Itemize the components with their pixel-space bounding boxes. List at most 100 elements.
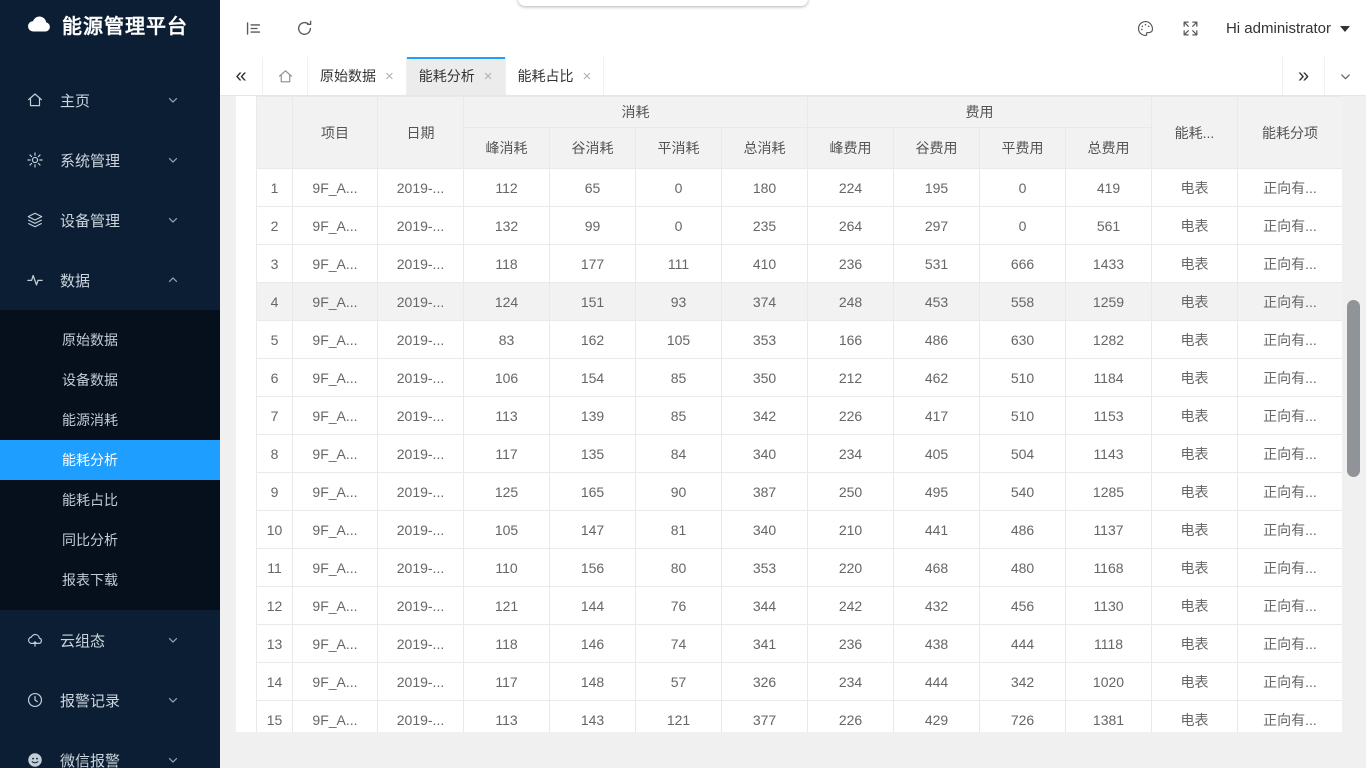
sidebar-subitem-consumption-ratio[interactable]: 能耗占比 (0, 480, 220, 520)
cell: 342 (980, 663, 1066, 701)
browser-overlay-notch (518, 0, 808, 6)
table-row[interactable]: 149F_A...2019-...11714857326234444342102… (257, 663, 1343, 701)
cell: 377 (722, 701, 808, 733)
sidebar: 能源管理平台 主页系统管理设备管理数据原始数据设备数据能源消耗能耗分析能耗占比同… (0, 0, 220, 768)
tab-bar-right-controls: » (1282, 57, 1366, 95)
close-icon[interactable]: × (385, 68, 394, 85)
cell: 486 (980, 511, 1066, 549)
table-row[interactable]: 39F_A...2019-...118177111410236531666143… (257, 245, 1343, 283)
tabs-scroll-right-button[interactable]: » (1282, 57, 1324, 95)
cell: 456 (980, 587, 1066, 625)
sidebar-subitem-consumption-analysis[interactable]: 能耗分析 (0, 440, 220, 480)
cell: 1184 (1066, 359, 1152, 397)
cell: 15 (257, 701, 293, 733)
sidebar-item-home[interactable]: 主页 (0, 70, 220, 130)
sidebar-subitem-device-data[interactable]: 设备数据 (0, 360, 220, 400)
cell: 电表 (1152, 245, 1238, 283)
close-icon[interactable]: × (484, 68, 493, 85)
energy-analysis-table: 项目日期消耗费用能耗...能耗分项峰消耗谷消耗平消耗总消耗峰费用谷费用平费用总费… (256, 96, 1342, 732)
vertical-scrollbar-thumb[interactable] (1347, 300, 1360, 477)
column-header: 谷消耗 (550, 128, 636, 169)
table-row[interactable]: 59F_A...2019-...831621053531664866301282… (257, 321, 1343, 359)
sidebar-item-wechat-alarm[interactable]: 微信报警 (0, 730, 220, 768)
sidebar-item-device-mgmt[interactable]: 设备管理 (0, 190, 220, 250)
user-menu[interactable]: Hi administrator (1226, 20, 1350, 37)
palette-icon[interactable] (1136, 19, 1155, 38)
cell: 正向有... (1238, 283, 1343, 321)
cell: 74 (636, 625, 722, 663)
cell: 正向有... (1238, 587, 1343, 625)
cell: 90 (636, 473, 722, 511)
close-icon[interactable]: × (583, 68, 592, 85)
column-header: 平消耗 (636, 128, 722, 169)
cloud-icon (26, 11, 53, 38)
cell: 630 (980, 321, 1066, 359)
cell: 1282 (1066, 321, 1152, 359)
cell: 531 (894, 245, 980, 283)
column-header: 峰费用 (808, 128, 894, 169)
top-header: Hi administrator (220, 0, 1366, 57)
cell: 248 (808, 283, 894, 321)
tab-consumption-analysis[interactable]: 能耗分析× (407, 57, 506, 95)
cell: 326 (722, 663, 808, 701)
gear-icon (26, 151, 44, 169)
menu-fold-icon[interactable] (244, 19, 263, 38)
table-row[interactable]: 29F_A...2019-...1329902352642970561电表正向有… (257, 207, 1343, 245)
cell: 177 (550, 245, 636, 283)
cell: 9F_A... (293, 473, 378, 511)
cell: 374 (722, 283, 808, 321)
table-row[interactable]: 89F_A...2019-...117135843402344055041143… (257, 435, 1343, 473)
sidebar-subitem-yoy-analysis[interactable]: 同比分析 (0, 520, 220, 560)
tabs-scroll-left-button[interactable]: « (220, 57, 262, 95)
table-row[interactable]: 19F_A...2019-...1126501802241950419电表正向有… (257, 169, 1343, 207)
table-row[interactable]: 79F_A...2019-...113139853422264175101153… (257, 397, 1343, 435)
column-header: 总消耗 (722, 128, 808, 169)
chevron-down-icon (166, 153, 180, 167)
cell: 电表 (1152, 207, 1238, 245)
sidebar-subitem-raw-data[interactable]: 原始数据 (0, 320, 220, 360)
sidebar-item-data[interactable]: 数据 (0, 250, 220, 310)
table-row[interactable]: 109F_A...2019-...10514781340210441486113… (257, 511, 1343, 549)
cell: 419 (1066, 169, 1152, 207)
refresh-icon[interactable] (295, 19, 314, 38)
table-row[interactable]: 99F_A...2019-...125165903872504955401285… (257, 473, 1343, 511)
cell: 113 (464, 397, 550, 435)
sidebar-subitem-report-download[interactable]: 报表下载 (0, 560, 220, 600)
cell: 电表 (1152, 397, 1238, 435)
home-icon (26, 91, 44, 109)
cell: 166 (808, 321, 894, 359)
fullscreen-icon[interactable] (1181, 19, 1200, 38)
cell: 正向有... (1238, 701, 1343, 733)
tab-raw-data[interactable]: 原始数据× (308, 57, 407, 95)
cell: 电表 (1152, 625, 1238, 663)
sidebar-subitem-energy-consumption[interactable]: 能源消耗 (0, 400, 220, 440)
sidebar-item-alarm-records[interactable]: 报警记录 (0, 670, 220, 730)
cell: 9F_A... (293, 701, 378, 733)
cell: 电表 (1152, 321, 1238, 359)
table-row[interactable]: 159F_A...2019-...11314312137722642972613… (257, 701, 1343, 733)
table-row[interactable]: 69F_A...2019-...106154853502124625101184… (257, 359, 1343, 397)
sidebar-item-cloud-scada[interactable]: 云组态 (0, 610, 220, 670)
table-row[interactable]: 129F_A...2019-...12114476344242432456113… (257, 587, 1343, 625)
cell: 410 (722, 245, 808, 283)
column-header: 项目 (293, 97, 378, 169)
table-row[interactable]: 139F_A...2019-...11814674341236438444111… (257, 625, 1343, 663)
cell: 5 (257, 321, 293, 359)
table-row[interactable]: 49F_A...2019-...124151933742484535581259… (257, 283, 1343, 321)
cell: 2019-... (378, 473, 464, 511)
cell: 2019-... (378, 397, 464, 435)
cell: 12 (257, 587, 293, 625)
sidebar-item-system-mgmt[interactable]: 系统管理 (0, 130, 220, 190)
tab-list: 原始数据×能耗分析×能耗占比× (308, 57, 604, 95)
home-icon (277, 68, 294, 85)
tab-consumption-ratio[interactable]: 能耗占比× (506, 57, 605, 95)
cell: 195 (894, 169, 980, 207)
cell: 1433 (1066, 245, 1152, 283)
table-row[interactable]: 119F_A...2019-...11015680353220468480116… (257, 549, 1343, 587)
cell: 1130 (1066, 587, 1152, 625)
tab-home[interactable] (262, 57, 308, 95)
cell: 正向有... (1238, 625, 1343, 663)
tabs-menu-button[interactable] (1324, 57, 1366, 95)
cell: 76 (636, 587, 722, 625)
cell: 0 (980, 169, 1066, 207)
